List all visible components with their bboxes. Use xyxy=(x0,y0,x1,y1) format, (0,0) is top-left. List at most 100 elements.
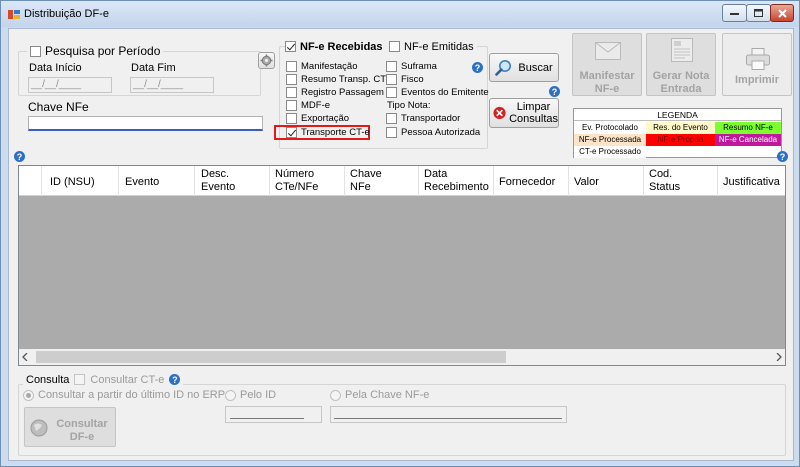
consulta-label: Consulta xyxy=(26,373,70,386)
check[interactable] xyxy=(286,74,297,85)
radio-ultimo-id[interactable]: Consultar a partir do último ID no ERP xyxy=(23,389,225,401)
col-cod-status[interactable]: Cod. Status xyxy=(649,168,680,194)
cb-label: MDF-e xyxy=(301,100,331,111)
imprimir-button[interactable]: Imprimir xyxy=(722,33,792,96)
consultar-cte-check[interactable] xyxy=(74,374,86,385)
radio-dot[interactable] xyxy=(23,389,34,401)
pelo-id-input[interactable] xyxy=(225,406,322,423)
help-icon[interactable]: ? xyxy=(777,151,788,162)
cb-label: Pessoa Autorizada xyxy=(401,127,481,138)
col-justificativa[interactable]: Justificativa xyxy=(723,176,780,189)
radio-dot[interactable] xyxy=(225,389,236,401)
cb-exportacao[interactable]: Exportação xyxy=(286,113,349,124)
help-icon[interactable]: ? xyxy=(14,151,25,162)
check[interactable] xyxy=(386,61,397,72)
check[interactable] xyxy=(286,61,297,72)
consultar-dfe-button[interactable]: Consultar DF-e xyxy=(24,407,116,447)
legenda-cte-processado: CT-e Processado xyxy=(574,146,646,158)
help-icon[interactable]: ? xyxy=(169,374,181,385)
cb-registro-passagem[interactable]: Registro Passagem xyxy=(286,87,384,98)
col-numero-cte-nfe[interactable]: Número CTe/NFe xyxy=(275,168,318,194)
nfe-emitidas-label: NF-e Emitidas xyxy=(404,40,474,53)
buscar-button[interactable]: Buscar xyxy=(489,53,559,82)
printer-icon xyxy=(746,48,770,70)
help-icon[interactable]: ? xyxy=(472,62,483,73)
col-data-recebimento[interactable]: Data Recebimento xyxy=(424,168,489,194)
cb-label: Exportação xyxy=(301,113,350,124)
consultar-label-1: Consultar xyxy=(56,418,108,430)
tipo-nota-label: Tipo Nota: xyxy=(387,100,431,111)
application-window: Distribuição DF-e Pesquisa por Período D… xyxy=(0,0,800,467)
periodo-checkbox[interactable]: Pesquisa por Período xyxy=(27,43,164,59)
cb-label: Suframa xyxy=(401,61,437,72)
legenda-nfe-propria: NF-e Própria xyxy=(646,134,715,146)
nfe-emitidas-checkbox[interactable]: NF-e Emitidas xyxy=(386,39,477,54)
col-evento[interactable]: Evento xyxy=(125,176,159,189)
data-inicio-field[interactable]: __/__/____ xyxy=(28,77,112,93)
nfe-emitidas-check[interactable] xyxy=(389,41,400,52)
cb-transporte-cte[interactable]: Transporte CT-e xyxy=(286,127,370,138)
gerar-nota-entrada-button[interactable]: Gerar Nota Entrada xyxy=(646,33,716,96)
title-bar[interactable]: Distribuição DF-e xyxy=(1,1,799,27)
minimize-icon xyxy=(730,12,739,15)
radio-pelo-id[interactable]: Pelo ID xyxy=(225,389,276,401)
minimize-button[interactable] xyxy=(722,4,747,22)
cb-resumo-transp[interactable]: Resumo Transp. CT-e xyxy=(286,74,394,85)
limpar-label-1: Limpar xyxy=(516,101,551,113)
check[interactable] xyxy=(386,113,397,124)
periodo-check[interactable] xyxy=(30,45,41,57)
scroll-left-icon[interactable] xyxy=(22,353,28,361)
check[interactable] xyxy=(286,113,297,124)
col-valor[interactable]: Valor xyxy=(574,176,599,189)
help-icon[interactable]: ? xyxy=(549,86,560,97)
settings-button[interactable] xyxy=(258,52,275,69)
pela-chave-input[interactable] xyxy=(330,406,567,423)
radio-pela-chave[interactable]: Pela Chave NF-e xyxy=(330,389,429,401)
col-id-nsu[interactable]: ID (NSU) xyxy=(50,176,95,189)
limpar-consultas-button[interactable]: Limpar Consultas xyxy=(489,98,559,128)
close-button[interactable] xyxy=(770,4,794,22)
results-grid[interactable]: ID (NSU) Evento Desc. Evento Número CTe/… xyxy=(18,165,786,365)
app-icon xyxy=(8,10,20,19)
cb-suframa[interactable]: Suframa xyxy=(386,61,437,72)
scroll-right-icon[interactable] xyxy=(776,353,782,361)
cb-fisco[interactable]: Fisco xyxy=(386,74,424,85)
horizontal-scrollbar[interactable] xyxy=(18,349,786,366)
data-fim-field[interactable]: __/__/____ xyxy=(130,77,214,93)
nfe-recebidas-check[interactable] xyxy=(285,41,296,52)
chave-nfe-input[interactable] xyxy=(28,116,263,131)
check[interactable] xyxy=(286,87,297,98)
cb-transportador[interactable]: Transportador xyxy=(386,113,460,124)
cb-eventos-emitente[interactable]: Eventos do Emitente xyxy=(386,87,489,98)
radio-ultimo-id-label: Consultar a partir do último ID no ERP xyxy=(38,389,226,401)
cb-pessoa-autorizada[interactable]: Pessoa Autorizada xyxy=(386,127,480,138)
grid-header: ID (NSU) Evento Desc. Evento Número CTe/… xyxy=(19,166,785,196)
cb-manifestacao[interactable]: Manifestação xyxy=(286,61,358,72)
magnifier-icon xyxy=(495,59,512,76)
check[interactable] xyxy=(286,100,297,111)
col-fornecedor[interactable]: Fornecedor xyxy=(499,176,555,189)
limpar-label-2: Consultas xyxy=(509,113,558,125)
gerar-label-1: Gerar Nota xyxy=(652,70,710,82)
maximize-button[interactable] xyxy=(746,4,771,22)
manifestar-nfe-button[interactable]: Manifestar NF-e xyxy=(572,33,642,96)
legenda-res-evento: Res. do Evento xyxy=(646,122,715,134)
check[interactable] xyxy=(386,87,397,98)
scroll-thumb[interactable] xyxy=(36,351,506,363)
cb-label: Transportador xyxy=(401,113,461,124)
envelope-icon xyxy=(595,42,621,60)
cb-mdfe[interactable]: MDF-e xyxy=(286,100,330,111)
radio-dot[interactable] xyxy=(330,389,341,401)
col-desc-evento[interactable]: Desc. Evento xyxy=(201,168,235,194)
chave-nfe-label: Chave NFe xyxy=(28,100,89,114)
cb-label: Manifestação xyxy=(301,61,358,72)
check[interactable] xyxy=(386,74,397,85)
check[interactable] xyxy=(286,127,297,138)
legenda-nfe-processada: NF-e Processada xyxy=(574,134,646,146)
client-area: Pesquisa por Período Data Início Data Fi… xyxy=(8,28,794,461)
clear-icon xyxy=(493,106,506,120)
check[interactable] xyxy=(386,127,397,138)
nfe-recebidas-checkbox[interactable]: NF-e Recebidas xyxy=(285,39,386,54)
legenda-ev-protocolado: Ev. Protocolado xyxy=(574,122,646,134)
col-chave-nfe[interactable]: Chave NFe xyxy=(350,168,382,194)
